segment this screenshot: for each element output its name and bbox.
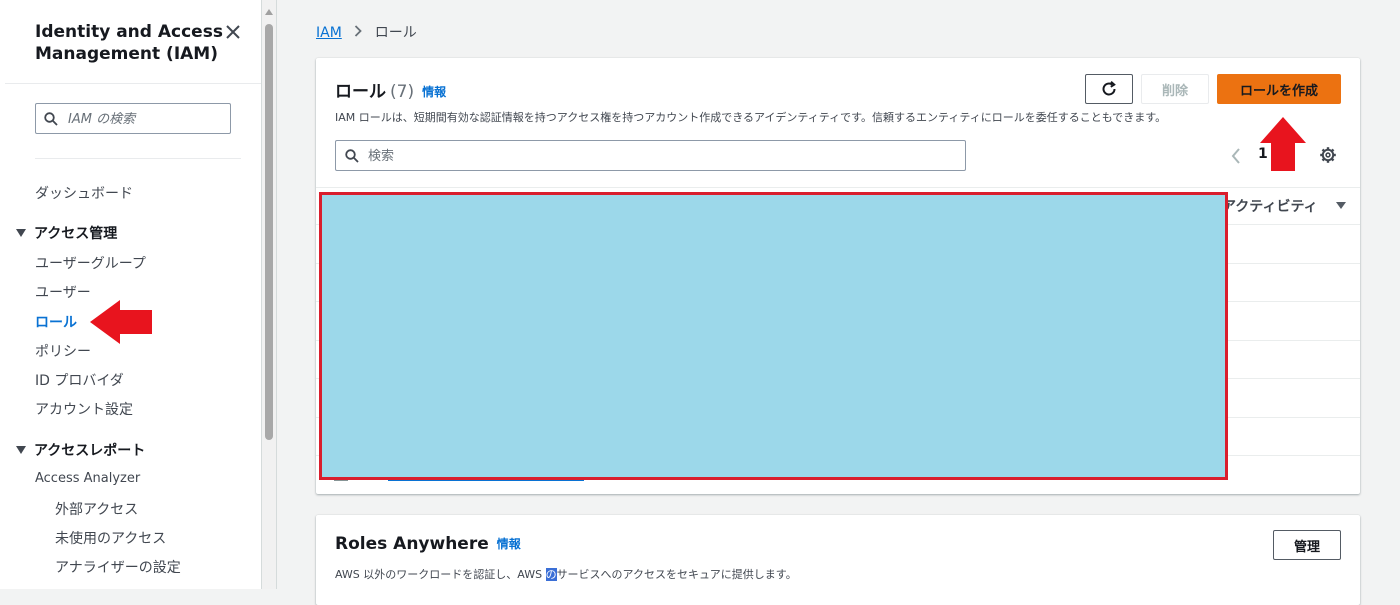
refresh-icon [1102,81,1116,96]
role-name-link[interactable] [388,480,584,481]
sidebar-item-users[interactable]: ユーザー [35,282,91,302]
annotation-arrow-left-icon [90,300,152,344]
roles-anywhere-panel [316,515,1360,605]
sidebar-divider [35,158,241,159]
chevron-left-icon[interactable] [1230,146,1242,166]
breadcrumb-iam-link[interactable]: IAM [316,25,342,41]
sidebar-item-analyzer-settings[interactable]: アナライザーの設定 [55,557,181,577]
sidebar-section-access-reports[interactable]: アクセスレポート [16,440,145,460]
info-link[interactable]: 情報 [422,85,446,99]
sidebar-item-unused-access[interactable]: 未使用のアクセス [55,528,166,548]
page-title: ロール [335,82,386,102]
sidebar-section-label: アクセスレポート [34,443,146,459]
sidebar-search-input[interactable] [66,108,228,131]
roles-count: (7) [390,82,415,102]
refresh-button[interactable] [1085,74,1133,104]
manage-button[interactable]: 管理 [1273,530,1341,560]
sidebar-item-identity-providers[interactable]: ID プロバイダ [35,370,124,390]
caret-down-icon [16,229,26,237]
column-header-activity[interactable]: アクティビティ [1222,196,1318,216]
info-link[interactable]: 情報 [497,537,521,551]
breadcrumb: IAM ロール [316,22,417,42]
roles-search[interactable] [335,140,966,171]
roles-anywhere-title: Roles Anywhere 情報 [335,534,521,554]
sidebar-divider [5,83,261,84]
roles-search-input[interactable] [366,145,960,168]
create-role-button[interactable]: ロールを作成 [1217,74,1341,104]
side-navigation: Identity and Access Management (IAM) ダッシ… [0,0,262,589]
sidebar-item-dashboard[interactable]: ダッシュボード [35,183,133,203]
sidebar-search[interactable] [35,103,231,134]
roles-panel-title: ロール (7) 情報 [335,77,446,102]
delete-button[interactable]: 削除 [1141,74,1209,104]
sidebar-item-account-settings[interactable]: アカウント設定 [35,399,133,419]
search-icon [44,112,58,126]
sidebar-item-external-access[interactable]: 外部アクセス [55,499,138,519]
sidebar-item-access-analyzer[interactable]: Access Analyzer [35,471,140,486]
chevron-right-icon [354,25,363,41]
scrollbar-thumb[interactable] [265,24,273,440]
sidebar-item-policies[interactable]: ポリシー [35,341,91,361]
annotation-arrow-up-icon [1260,117,1306,171]
roles-description: IAM ロールは、短期間有効な認証情報を持つアクセス権を持つアカウント作成できる… [335,111,1167,124]
sidebar-section-access-management[interactable]: アクセス管理 [16,223,117,243]
scroll-up-arrow-icon[interactable] [265,9,273,15]
redacted-table-area [319,192,1228,480]
selected-text: の [545,568,557,581]
sidebar-title[interactable]: Identity and Access Management (IAM) [35,21,225,65]
sidebar-item-roles[interactable]: ロール [35,312,77,332]
caret-down-icon [16,446,26,454]
roles-anywhere-description: AWS 以外のワークロードを認証し、AWS のサービスへのアクセスをセキュアに提… [335,566,797,582]
close-icon[interactable] [224,23,242,41]
description-text: AWS 以外のワークロードを認証し、AWS [335,568,546,581]
section-title: Roles Anywhere [335,534,489,554]
sidebar-section-label: アクセス管理 [34,226,118,242]
description-text: サービスへのアクセスをセキュアに提供します。 [556,568,797,581]
breadcrumb-current: ロール [374,25,417,41]
sidebar-item-user-groups[interactable]: ユーザーグループ [35,253,146,273]
sort-descending-icon[interactable] [1336,202,1346,209]
gear-icon[interactable] [1319,146,1337,164]
search-icon [345,149,359,163]
